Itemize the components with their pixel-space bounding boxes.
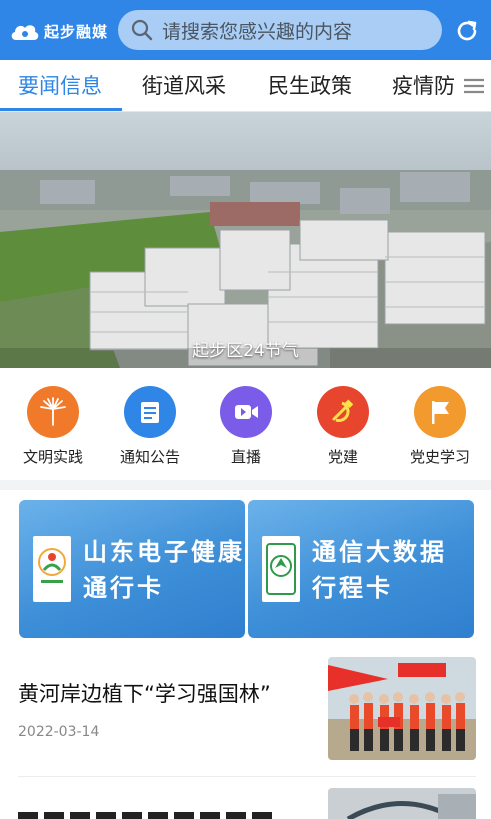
banner-carousel[interactable] (0, 112, 491, 368)
quick-link-notice[interactable]: 通知公告 (110, 386, 190, 467)
itinerary-logo (262, 536, 300, 602)
quick-link-live[interactable]: 直播 (206, 386, 286, 467)
health-pass-card[interactable]: 山东电子健康 通行卡 (19, 500, 245, 638)
quick-link-party-building[interactable]: 党建 (303, 386, 383, 467)
notice-icon (124, 386, 176, 438)
quick-link-label: 直播 (230, 448, 261, 466)
quick-links: 文明实践 通知公告 直播 党建 党史学习 (0, 368, 491, 480)
quick-link-label: 通知公告 (119, 448, 180, 466)
civilization-practice-icon (27, 386, 79, 438)
search-bar[interactable]: 请搜索您感兴趣的内容 (118, 10, 442, 50)
news-divider (18, 776, 476, 777)
health-pass-title: 山东电子健康 通行卡 (83, 538, 245, 602)
quick-link-label: 党建 (327, 448, 358, 466)
search-placeholder: 请搜索您感兴趣的内容 (162, 20, 353, 43)
banner-aerial-image (0, 112, 491, 368)
service-cards: 山东电子健康 通行卡 通信大数据 行程卡 (0, 490, 491, 650)
refresh-icon[interactable] (454, 18, 480, 44)
logo-text: 起步融媒 (44, 22, 109, 41)
party-building-icon (317, 386, 369, 438)
tab-livelihood-policy[interactable]: 民生政策 (268, 70, 352, 100)
news-thumbnail-partial[interactable] (328, 788, 476, 819)
top-bar: 起步融媒 请搜索您感兴趣的内容 (0, 0, 491, 60)
flag-icon (414, 386, 466, 438)
health-pass-logo (33, 536, 71, 602)
tab-street-style[interactable]: 街道风采 (142, 70, 226, 100)
quick-link-label: 文明实践 (22, 448, 83, 466)
category-tabs: 要闻信息 街道风采 民生政策 疫情防 (0, 60, 491, 112)
cloud-logo-icon (11, 25, 39, 40)
active-tab-indicator (0, 108, 122, 111)
app-logo: 起步融媒 (10, 18, 108, 44)
search-icon (131, 19, 153, 41)
menu-icon[interactable] (458, 71, 488, 101)
news-thumbnail[interactable] (328, 657, 476, 760)
quick-link-party-history[interactable]: 党史学习 (400, 386, 480, 467)
tab-epidemic-prevention[interactable]: 疫情防 (392, 70, 455, 100)
banner-caption: 起步区24节气 (192, 341, 299, 361)
news-title[interactable]: 黄河岸边植下“学习强国林” (18, 678, 271, 708)
itinerary-title: 通信大数据 行程卡 (312, 538, 447, 602)
quick-link-label: 党史学习 (409, 448, 470, 466)
news-date: 2022-03-14 (18, 724, 100, 740)
quick-link-civilization-practice[interactable]: 文明实践 (13, 386, 93, 467)
itinerary-card[interactable]: 通信大数据 行程卡 (248, 500, 474, 638)
tab-news-info[interactable]: 要闻信息 (18, 70, 102, 100)
news-title-partial[interactable] (18, 800, 308, 819)
live-video-icon (220, 386, 272, 438)
